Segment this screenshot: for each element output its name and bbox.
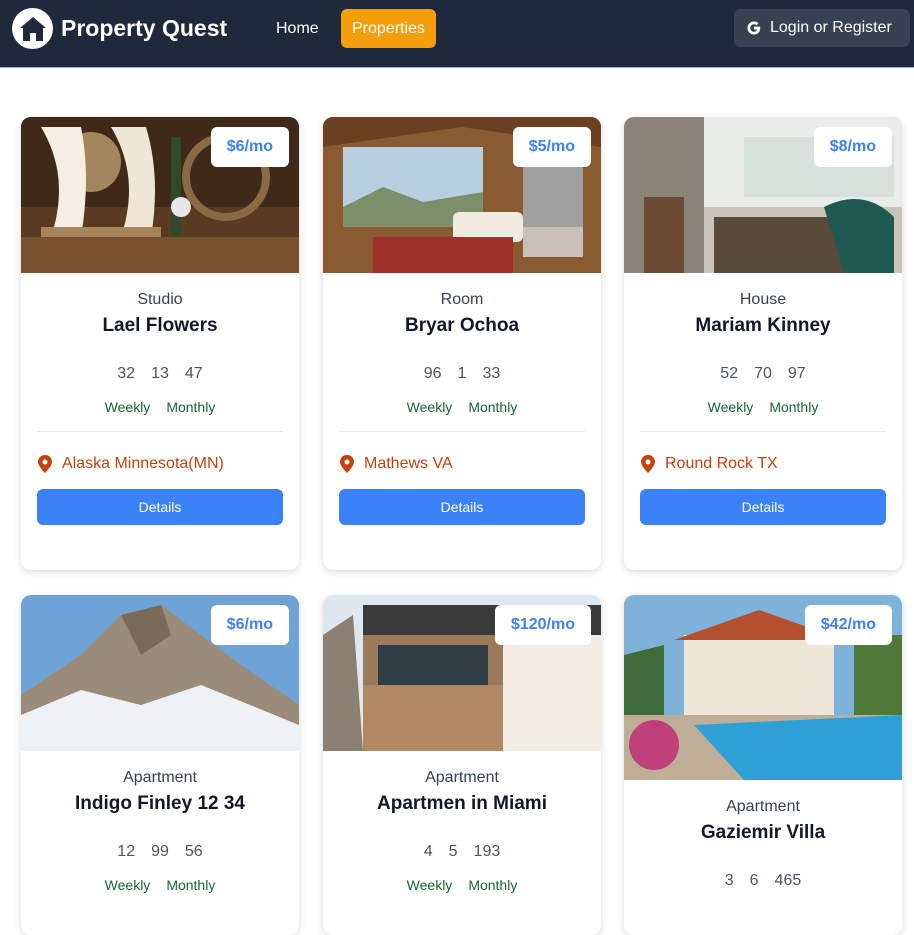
rates-row: Weekly Monthly bbox=[21, 877, 299, 893]
property-name: Gaziemir Villa bbox=[700, 822, 826, 843]
weekly-label: Weekly bbox=[406, 877, 453, 893]
location: Mathews VA bbox=[323, 455, 601, 473]
stats-row: 12 99 56 bbox=[21, 843, 299, 861]
stat-value: 12 bbox=[117, 843, 136, 860]
property-card[interactable]: $6/mo Apartment Indigo Finley 12 34 12 9… bbox=[21, 595, 299, 935]
monthly-label: Monthly bbox=[769, 399, 819, 415]
price-badge: $6/mo bbox=[210, 605, 289, 645]
card-body: House Mariam Kinney 52 70 97 Weekly Mont… bbox=[624, 291, 902, 525]
property-type: Apartment bbox=[123, 769, 197, 786]
divider bbox=[37, 431, 283, 432]
property-card[interactable]: $42/mo Apartment Gaziemir Villa 3 6 465 bbox=[624, 595, 902, 935]
location-text: Alaska Minnesota(MN) bbox=[62, 455, 224, 472]
property-card[interactable]: $6/mo Studio Lael Flowers 32 13 47 Weekl… bbox=[21, 117, 299, 570]
stat-value: 32 bbox=[117, 365, 136, 382]
property-card[interactable]: $5/mo Room Bryar Ochoa 96 1 33 Weekly Mo… bbox=[323, 117, 601, 570]
stat-value: 193 bbox=[473, 843, 501, 860]
stat-value: 56 bbox=[184, 843, 203, 860]
property-name: Lael Flowers bbox=[102, 315, 218, 336]
details-button[interactable]: Details bbox=[339, 489, 585, 525]
rates-row: Weekly Monthly bbox=[323, 877, 601, 893]
house-logo-icon bbox=[12, 8, 53, 49]
stat-value: 1 bbox=[457, 365, 467, 382]
monthly-label: Monthly bbox=[166, 399, 216, 415]
property-name: Bryar Ochoa bbox=[404, 315, 520, 336]
price-badge: $5/mo bbox=[512, 127, 591, 167]
monthly-label: Monthly bbox=[166, 877, 216, 893]
stats-row: 4 5 193 bbox=[323, 843, 601, 861]
divider bbox=[640, 431, 886, 432]
divider bbox=[339, 431, 585, 432]
stat-value: 99 bbox=[151, 843, 169, 860]
card-body: Apartment Indigo Finley 12 34 12 99 56 W… bbox=[21, 769, 299, 893]
weekly-label: Weekly bbox=[707, 399, 754, 415]
brand[interactable]: Property Quest bbox=[12, 8, 227, 49]
rates-row: Weekly Monthly bbox=[323, 399, 601, 415]
details-button[interactable]: Details bbox=[37, 489, 283, 525]
property-name: Indigo Finley 12 34 bbox=[75, 793, 245, 814]
stats-row: 52 70 97 bbox=[624, 365, 902, 383]
location: Round Rock TX bbox=[624, 455, 902, 473]
map-pin-icon bbox=[641, 455, 655, 473]
stats-row: 96 1 33 bbox=[323, 365, 601, 383]
google-icon bbox=[747, 21, 761, 35]
property-type: House bbox=[739, 291, 787, 308]
property-type: Apartment bbox=[425, 769, 499, 786]
stat-value: 4 bbox=[423, 843, 433, 860]
property-card[interactable]: $8/mo House Mariam Kinney 52 70 97 Weekl… bbox=[624, 117, 902, 570]
property-type: Room bbox=[440, 291, 484, 308]
nav-home-link[interactable]: Home bbox=[265, 9, 330, 48]
card-body: Apartment Gaziemir Villa 3 6 465 bbox=[624, 798, 902, 890]
navbar: Property Quest Home Properties Login or … bbox=[0, 0, 914, 68]
rates-row: Weekly Monthly bbox=[624, 399, 902, 415]
property-type: Apartment bbox=[726, 798, 800, 815]
stat-value: 52 bbox=[720, 365, 739, 382]
price-badge: $120/mo bbox=[494, 605, 591, 645]
weekly-label: Weekly bbox=[104, 399, 151, 415]
login-label: Login or Register bbox=[770, 19, 892, 36]
map-pin-icon bbox=[38, 455, 52, 473]
card-body: Room Bryar Ochoa 96 1 33 Weekly Monthly … bbox=[323, 291, 601, 525]
stat-value: 13 bbox=[151, 365, 169, 382]
weekly-label: Weekly bbox=[104, 877, 151, 893]
stat-value: 3 bbox=[724, 872, 734, 889]
property-type: Studio bbox=[137, 291, 183, 308]
property-card[interactable]: $120/mo Apartment Apartmen in Miami 4 5 … bbox=[323, 595, 601, 935]
weekly-label: Weekly bbox=[406, 399, 453, 415]
nav-properties-link[interactable]: Properties bbox=[341, 9, 436, 48]
price-badge: $42/mo bbox=[804, 605, 892, 645]
property-name: Apartmen in Miami bbox=[377, 793, 547, 814]
map-pin-icon bbox=[340, 455, 354, 473]
monthly-label: Monthly bbox=[468, 399, 518, 415]
stat-value: 47 bbox=[184, 365, 203, 382]
stat-value: 97 bbox=[787, 365, 806, 382]
stat-value: 465 bbox=[774, 872, 802, 889]
price-badge: $8/mo bbox=[813, 127, 892, 167]
location-text: Round Rock TX bbox=[665, 455, 778, 472]
property-name: Mariam Kinney bbox=[695, 315, 831, 336]
location-text: Mathews VA bbox=[364, 455, 453, 472]
location: Alaska Minnesota(MN) bbox=[21, 455, 299, 473]
price-badge: $6/mo bbox=[210, 127, 289, 167]
stat-value: 96 bbox=[423, 365, 442, 382]
stat-value: 70 bbox=[754, 365, 772, 382]
stats-row: 3 6 465 bbox=[624, 872, 902, 890]
stat-value: 5 bbox=[448, 843, 458, 860]
login-register-button[interactable]: Login or Register bbox=[734, 9, 910, 47]
brand-name: Property Quest bbox=[61, 15, 228, 41]
card-body: Studio Lael Flowers 32 13 47 Weekly Mont… bbox=[21, 291, 299, 525]
rates-row: Weekly Monthly bbox=[21, 399, 299, 415]
details-button[interactable]: Details bbox=[640, 489, 886, 525]
stat-value: 6 bbox=[749, 872, 759, 889]
monthly-label: Monthly bbox=[468, 877, 518, 893]
stat-value: 33 bbox=[482, 365, 501, 382]
card-body: Apartment Apartmen in Miami 4 5 193 Week… bbox=[323, 769, 601, 893]
stats-row: 32 13 47 bbox=[21, 365, 299, 383]
